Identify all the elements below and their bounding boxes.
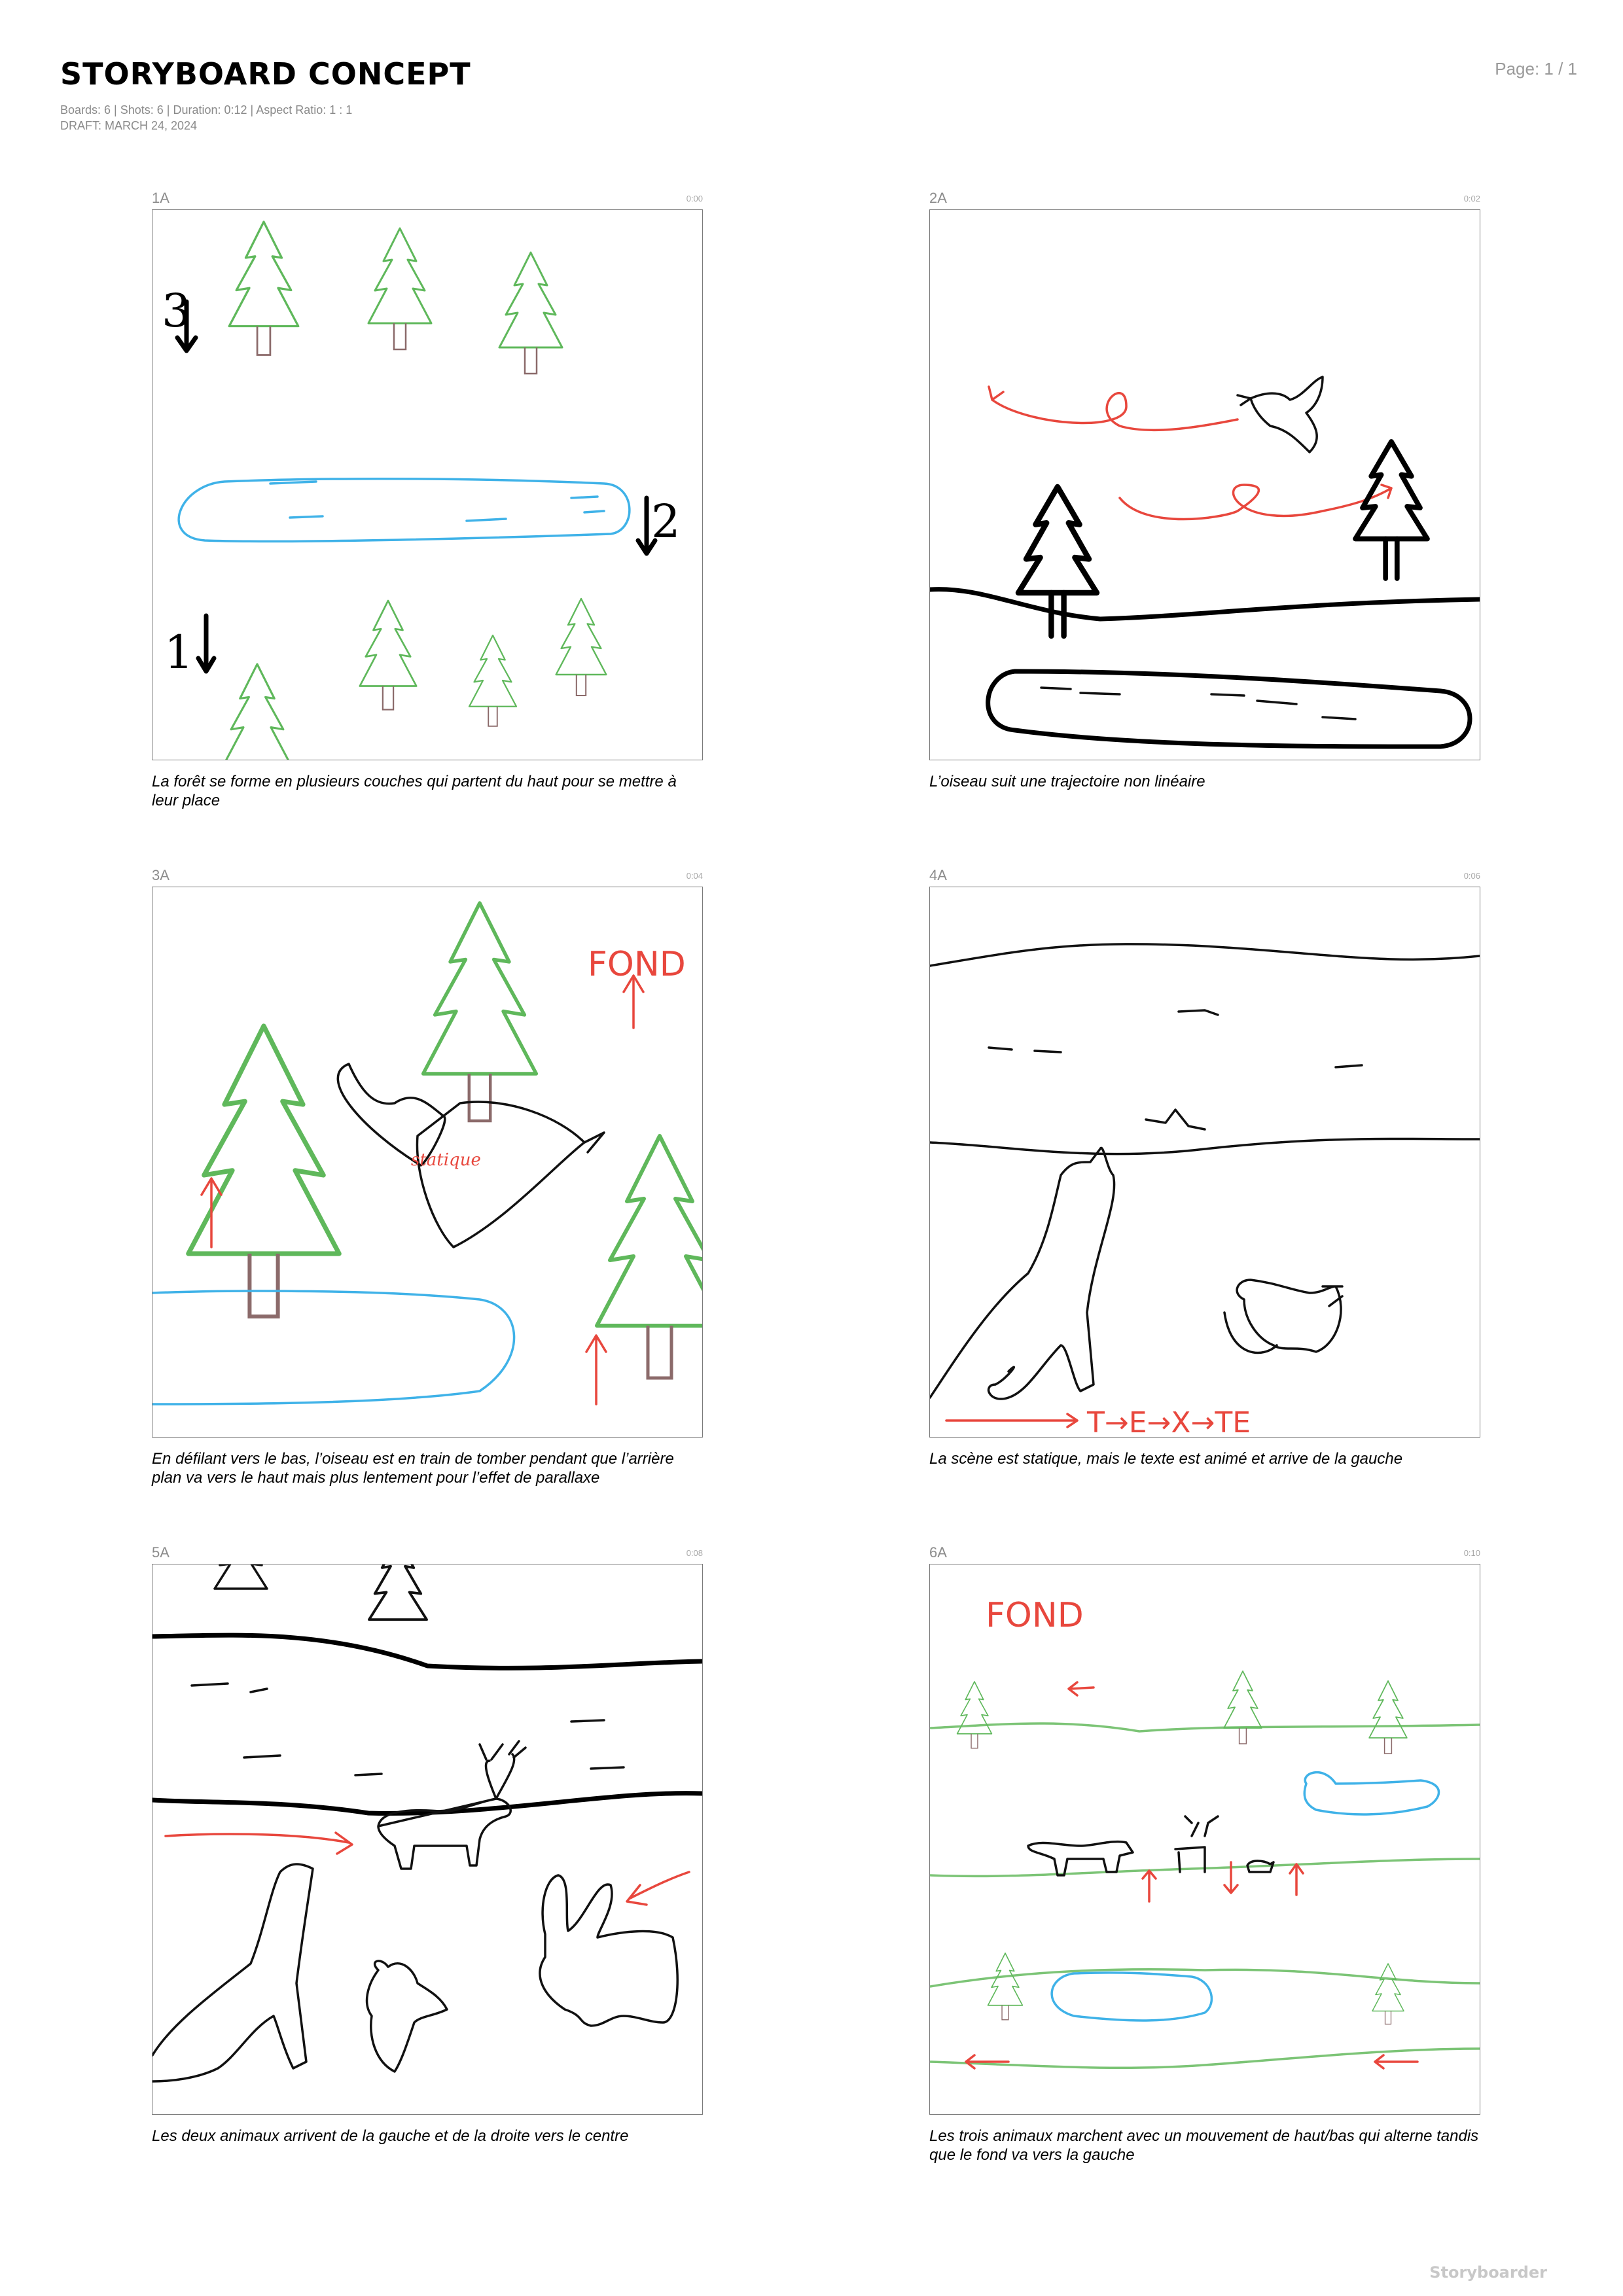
board-frame[interactable]: T→E→X→TE (929, 887, 1480, 1438)
storyboarder-logo: Storyboarder (1429, 2263, 1547, 2282)
page-title: STORYBOARD CONCEPT (60, 56, 471, 92)
board-timecode: 0:02 (1463, 194, 1480, 203)
board-stats: Boards: 6 | Shots: 6 | Duration: 0:12 | … (60, 103, 353, 116)
board-label: 1A (152, 190, 169, 206)
sketch-walking-animals: FOND (930, 1596, 1480, 2070)
board-caption: La forêt se forme en plusieurs couches q… (152, 773, 677, 809)
page-number: Page: 1 / 1 (1495, 59, 1577, 79)
board-timecode: 0:08 (686, 1548, 703, 1558)
board-frame[interactable]: FOND statique (152, 887, 703, 1438)
board-frame[interactable]: FOND (929, 1564, 1480, 2115)
board-frame[interactable] (152, 1564, 703, 2115)
board-timecode: 0:00 (686, 194, 703, 203)
board-6a[interactable]: 6A 0:10 FOND Les trois animaux marchent … (929, 1544, 1480, 2164)
sketch-falling-bird: FOND statique (152, 887, 702, 1405)
board-timecode: 0:10 (1463, 1548, 1480, 1558)
sketch-wolf-text: T→E→X→TE (930, 943, 1480, 1437)
board-2a[interactable]: 2A 0:02 L’oiseau suit une trajectoire no… (929, 190, 1480, 791)
board-caption: La scène est statique, mais le texte est… (929, 1450, 1403, 1468)
board-3a[interactable]: 3A 0:04 FOND statique En défilant vers l… (152, 867, 703, 1487)
sketch-bird-path (930, 376, 1480, 749)
board-label: 2A (929, 190, 947, 206)
board-frame[interactable] (929, 209, 1480, 760)
order-mark-1: 1 (164, 626, 194, 679)
board-timecode: 0:04 (686, 871, 703, 881)
board-label: 5A (152, 1544, 169, 1561)
sketch-forest-layers: 3 2 1 (162, 221, 681, 760)
board-caption: Les deux animaux arrivent de la gauche e… (152, 2127, 629, 2145)
board-label: 6A (929, 1544, 947, 1561)
order-mark-3: 3 (162, 284, 191, 338)
board-4a[interactable]: 4A 0:06 T→E→X→TE La scène est statique, … (929, 867, 1480, 1468)
draft-date: DRAFT: MARCH 24, 2024 (60, 119, 198, 132)
statique-label: statique (411, 1150, 481, 1170)
fond-label: FOND (986, 1596, 1084, 1635)
board-5a[interactable]: 5A 0:08 Les deux animaux arrivent de la … (152, 1544, 703, 2146)
board-label: 4A (929, 867, 947, 883)
board-label: 3A (152, 867, 169, 883)
animated-text-label: T→E→X→TE (1086, 1406, 1251, 1437)
sketch-animals-converge (152, 1564, 702, 2083)
board-caption: Les trois animaux marchent avec un mouve… (929, 2127, 1479, 2164)
order-mark-2: 2 (651, 495, 681, 548)
fond-label: FOND (588, 945, 686, 984)
board-1a[interactable]: 1A 0:00 3 2 1 La forêt se forme en plusi… (152, 190, 703, 810)
board-frame[interactable]: 3 2 1 (152, 209, 703, 760)
board-caption: L’oiseau suit une trajectoire non linéai… (929, 773, 1205, 790)
board-caption: En défilant vers le bas, l’oiseau est en… (152, 1450, 674, 1487)
board-timecode: 0:06 (1463, 871, 1480, 881)
